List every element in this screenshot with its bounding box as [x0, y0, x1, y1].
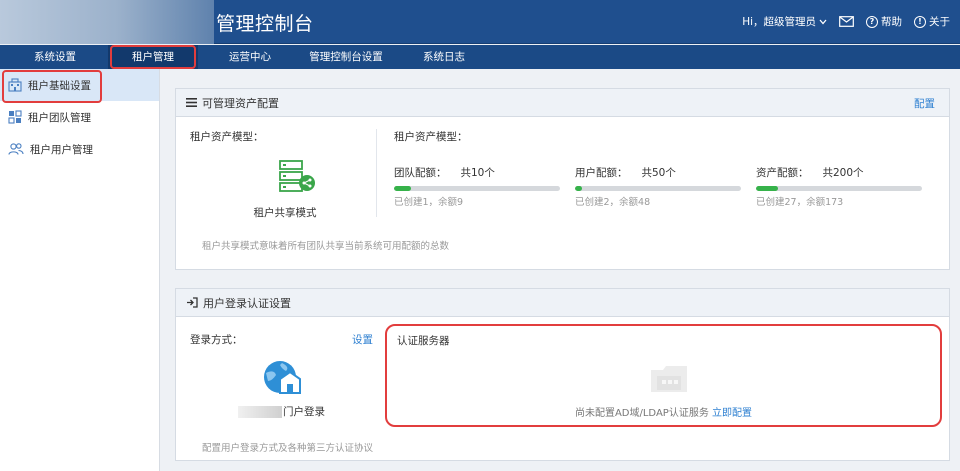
logo-area	[0, 0, 214, 44]
team-grid-icon	[8, 110, 22, 124]
asset-model-name: 租户共享模式	[253, 207, 317, 219]
user-menu[interactable]: Hi，超级管理员	[742, 14, 827, 29]
auth-server-box: 认证服务器 尚未配置AD域/LDAP认证服务 立即配置	[385, 324, 942, 427]
quota-usage: 已创建2，余额48	[575, 197, 651, 208]
quota-usage: 已创建1，余额9	[394, 197, 464, 208]
sidebar: 租户基础设置 租户团队管理 租户用户管理	[0, 69, 160, 471]
tab-system-logs[interactable]: 系统日志	[396, 45, 492, 69]
asset-config-panel: 可管理资产配置 配置 租户资产模型： 租户共享模式 租户资产模型： 团队配额： 共…	[175, 88, 950, 270]
mail-button[interactable]	[839, 16, 854, 27]
quota-total: 共10个	[460, 167, 495, 179]
portal-globe-icon	[264, 361, 301, 394]
panel-header: 用户登录认证设置	[176, 289, 949, 317]
asset-model-label-right: 租户资产模型：	[394, 131, 468, 143]
login-auth-panel: 用户登录认证设置 登录方式： 设置 门户登录 认证服务器 尚未配置AD域/LDA…	[175, 288, 950, 461]
sidebar-item-tenant-basic-settings[interactable]: 租户基础设置	[0, 69, 159, 103]
sidebar-item-label: 租户用户管理	[30, 143, 93, 156]
users-icon	[8, 143, 24, 155]
quota-total: 共50个	[641, 167, 676, 179]
info-icon: !	[914, 15, 926, 28]
team-quota: 团队配额： 共10个 已创建1，余额9	[394, 165, 560, 208]
config-link[interactable]: 配置	[914, 96, 935, 111]
auth-empty-text: 尚未配置AD域/LDAP认证服务	[574, 408, 709, 419]
quota-label: 用户配额：	[575, 167, 628, 179]
panel-title: 用户登录认证设置	[203, 296, 291, 310]
header-actions: Hi，超级管理员 ? 帮助 ! 关于	[742, 14, 950, 29]
mail-icon	[839, 16, 854, 27]
quota-progress-bar	[575, 186, 741, 191]
divider	[376, 129, 377, 217]
sidebar-item-tenant-user-management[interactable]: 租户用户管理	[0, 133, 159, 165]
sidebar-item-label: 租户基础设置	[28, 79, 91, 92]
list-icon	[186, 98, 197, 107]
quota-progress-fill	[756, 186, 779, 191]
asset-panel-note: 租户共享模式意味着所有团队共享当前系统可用配额的总数	[202, 241, 450, 252]
quota-progress-bar	[756, 186, 922, 191]
help-icon: ?	[866, 15, 878, 28]
help-label: 帮助	[881, 16, 902, 28]
empty-folder-icon	[651, 366, 687, 392]
panel-header: 可管理资产配置	[176, 89, 949, 117]
app-title: 管理控制台	[216, 13, 314, 35]
panel-title: 可管理资产配置	[202, 96, 279, 110]
login-settings-link[interactable]: 设置	[352, 332, 373, 347]
top-header: 管理控制台 Hi，超级管理员 ? 帮助 ! 关于	[0, 0, 960, 44]
quota-progress-bar	[394, 186, 560, 191]
auth-empty-message: 尚未配置AD域/LDAP认证服务 立即配置	[387, 404, 940, 419]
portal-login-label: 门户登录	[283, 406, 325, 418]
tab-console-settings[interactable]: 管理控制台设置	[296, 45, 396, 69]
user-greeting: Hi，超级管理员	[742, 16, 816, 28]
quota-label: 团队配额：	[394, 167, 447, 179]
quota-progress-fill	[575, 186, 582, 191]
redacted-name	[238, 405, 282, 418]
asset-model-column: 租户资产模型： 租户共享模式	[190, 129, 375, 219]
building-icon	[8, 78, 22, 92]
tab-operations-center[interactable]: 运营中心	[204, 45, 296, 69]
login-panel-note: 配置用户登录方式及各种第三方认证协议	[202, 443, 374, 454]
quota-progress-fill	[394, 186, 411, 191]
asset-model-label: 租户资产模型：	[190, 131, 264, 143]
shared-server-icon	[279, 160, 315, 192]
login-icon	[187, 297, 198, 308]
quota-label: 资产配额：	[756, 167, 809, 179]
asset-quota: 资产配额： 共200个 已创建27，余额173	[756, 165, 922, 208]
quota-total: 共200个	[822, 167, 864, 179]
auth-configure-link[interactable]: 立即配置	[712, 408, 752, 419]
chevron-down-icon	[819, 19, 827, 24]
help-button[interactable]: ? 帮助	[866, 14, 902, 29]
tab-tenant-management[interactable]: 租户管理	[108, 45, 198, 69]
about-button[interactable]: ! 关于	[914, 14, 950, 29]
sidebar-item-tenant-team-management[interactable]: 租户团队管理	[0, 101, 159, 133]
sidebar-item-label: 租户团队管理	[28, 111, 91, 124]
auth-server-title: 认证服务器	[397, 335, 450, 347]
quota-usage: 已创建27，余额173	[756, 197, 844, 208]
tab-system-settings[interactable]: 系统设置	[10, 45, 100, 69]
portal-login-item[interactable]: 门户登录	[238, 404, 325, 419]
main-nav: 系统设置 租户管理 运营中心 管理控制台设置 系统日志	[0, 45, 960, 69]
login-method-label: 登录方式：	[190, 334, 243, 346]
user-quota: 用户配额： 共50个 已创建2，余额48	[575, 165, 741, 208]
about-label: 关于	[929, 16, 950, 28]
